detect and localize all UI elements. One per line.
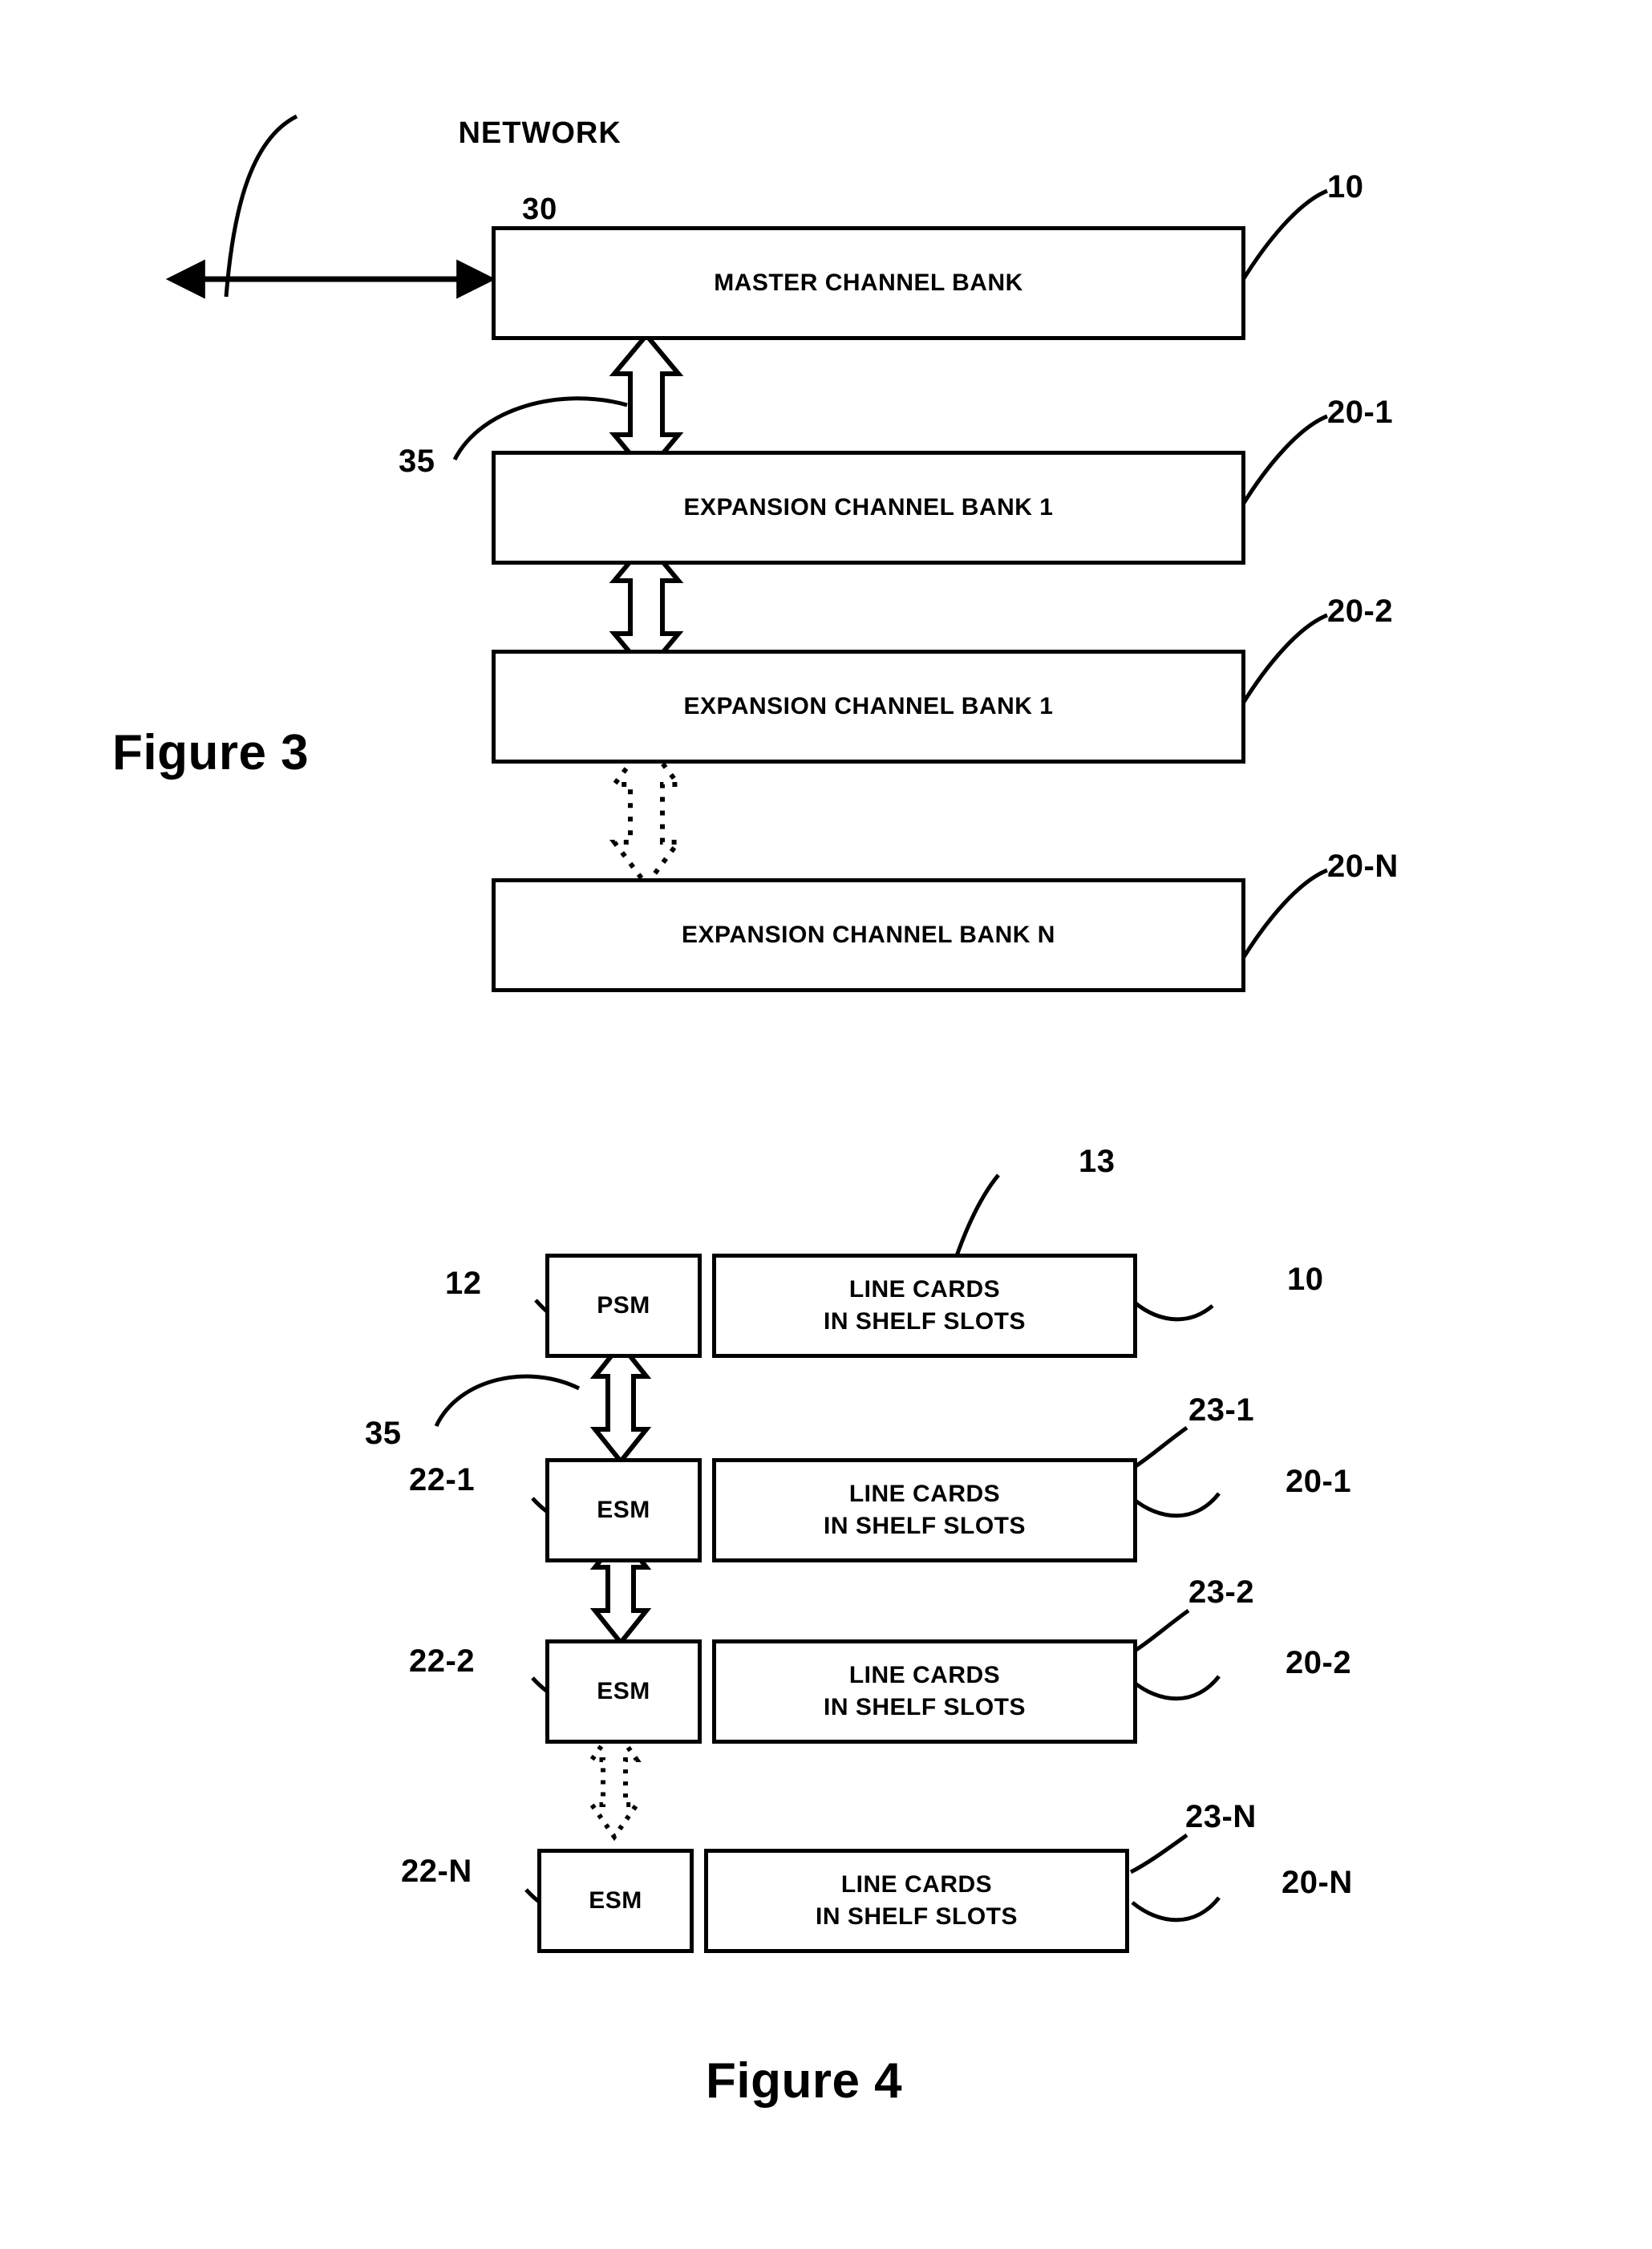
line-cards-row-4-line2: IN SHELF SLOTS xyxy=(815,1903,1018,1930)
ref-23-2-leader xyxy=(1131,1608,1190,1655)
box-psm-label: PSM xyxy=(597,1292,650,1319)
ref-10: 10 xyxy=(1327,169,1364,205)
box-line-cards-row-2[interactable]: LINE CARDS IN SHELF SLOTS xyxy=(712,1458,1137,1562)
ref-20-2-fig4: 20-2 xyxy=(1286,1645,1352,1680)
ref-23-N: 23-N xyxy=(1185,1799,1257,1834)
ref-20-N: 20-N xyxy=(1327,849,1399,884)
box-expansion-channel-bank-n[interactable]: EXPANSION CHANNEL BANK N xyxy=(492,878,1245,992)
ref-20-1-leader xyxy=(1239,414,1328,509)
ref-22-1: 22-1 xyxy=(409,1462,476,1497)
ref-13: 13 xyxy=(1079,1144,1116,1179)
box-expansion-channel-bank-n-label: EXPANSION CHANNEL BANK N xyxy=(682,922,1055,949)
box-line-cards-row-1[interactable]: LINE CARDS IN SHELF SLOTS xyxy=(712,1254,1137,1358)
ref-20-2-leader xyxy=(1239,613,1328,707)
box-line-cards-row-2-label: LINE CARDS IN SHELF SLOTS xyxy=(824,1478,1026,1542)
ref-23-1: 23-1 xyxy=(1188,1392,1255,1428)
box-master-channel-bank[interactable]: MASTER CHANNEL BANK xyxy=(492,226,1245,340)
box-line-cards-row-3[interactable]: LINE CARDS IN SHELF SLOTS xyxy=(712,1639,1137,1744)
ref-23-2: 23-2 xyxy=(1188,1574,1255,1610)
box-esm-1[interactable]: ESM xyxy=(545,1458,702,1562)
ref-20-2-leader-fig4 xyxy=(1131,1675,1221,1701)
ref-22-N: 22-N xyxy=(401,1854,472,1889)
box-esm-2[interactable]: ESM xyxy=(545,1639,702,1744)
box-expansion-channel-bank-2[interactable]: EXPANSION CHANNEL BANK 1 xyxy=(492,650,1245,764)
network-leader-line xyxy=(224,114,298,298)
box-line-cards-row-4[interactable]: LINE CARDS IN SHELF SLOTS xyxy=(704,1849,1129,1953)
ref-20-1-fig4: 20-1 xyxy=(1286,1464,1352,1499)
line-cards-row-4-line1: LINE CARDS xyxy=(840,1871,993,1898)
line-cards-row-2-line2: IN SHELF SLOTS xyxy=(823,1513,1026,1539)
box-line-cards-row-3-label: LINE CARDS IN SHELF SLOTS xyxy=(824,1659,1026,1723)
ref-22-2: 22-2 xyxy=(409,1643,476,1679)
box-esm-n[interactable]: ESM xyxy=(537,1849,694,1953)
box-esm-n-label: ESM xyxy=(589,1887,642,1915)
ref-23-1-leader xyxy=(1129,1425,1188,1472)
line-cards-row-1-line1: LINE CARDS xyxy=(848,1276,1001,1303)
ref-23-N-leader xyxy=(1129,1833,1188,1874)
box-psm[interactable]: PSM xyxy=(545,1254,702,1358)
ref-10-leader xyxy=(1239,188,1328,284)
line-cards-row-1-line2: IN SHELF SLOTS xyxy=(823,1308,1026,1335)
line-cards-row-3-line2: IN SHELF SLOTS xyxy=(823,1694,1026,1720)
ref-35-leader-fig4 xyxy=(434,1374,581,1428)
box-expansion-channel-bank-2-label: EXPANSION CHANNEL BANK 1 xyxy=(683,693,1054,720)
network-label-line2: 30 xyxy=(521,192,558,226)
ref-35-fig4: 35 xyxy=(365,1416,402,1451)
connector-psm-to-esm1 xyxy=(589,1340,652,1465)
ref-35-fig3: 35 xyxy=(399,444,435,479)
connector-esm2-to-esmN xyxy=(587,1723,642,1842)
ref-12: 12 xyxy=(445,1266,482,1301)
line-cards-row-2-line1: LINE CARDS xyxy=(848,1481,1001,1508)
ref-20-N-fig4: 20-N xyxy=(1282,1865,1353,1900)
ref-10-leader-fig4 xyxy=(1128,1296,1214,1322)
box-esm-1-label: ESM xyxy=(597,1497,650,1524)
network-label-line1: NETWORK xyxy=(458,115,622,150)
figure-4-caption: Figure 4 xyxy=(706,2053,903,2109)
box-expansion-channel-bank-1-label: EXPANSION CHANNEL BANK 1 xyxy=(683,494,1054,521)
ref-20-N-leader xyxy=(1239,868,1328,962)
ref-20-N-leader-fig4 xyxy=(1131,1896,1221,1923)
patent-figure-sheet: NETWORK 30 MASTER CHANNEL BANK 10 35 EXP… xyxy=(0,0,1652,2249)
ref-20-2: 20-2 xyxy=(1327,594,1394,629)
figure-3-caption: Figure 3 xyxy=(112,725,310,780)
box-master-channel-bank-label: MASTER CHANNEL BANK xyxy=(714,269,1023,297)
line-cards-row-3-line1: LINE CARDS xyxy=(848,1662,1001,1689)
box-line-cards-row-1-label: LINE CARDS IN SHELF SLOTS xyxy=(824,1274,1026,1337)
box-expansion-channel-bank-1[interactable]: EXPANSION CHANNEL BANK 1 xyxy=(492,451,1245,565)
ref-20-1: 20-1 xyxy=(1327,395,1394,430)
box-esm-2-label: ESM xyxy=(597,1678,650,1705)
box-line-cards-row-4-label: LINE CARDS IN SHELF SLOTS xyxy=(816,1869,1018,1932)
ref-10-fig4: 10 xyxy=(1287,1262,1324,1297)
ref-20-1-leader-fig4 xyxy=(1131,1492,1221,1518)
